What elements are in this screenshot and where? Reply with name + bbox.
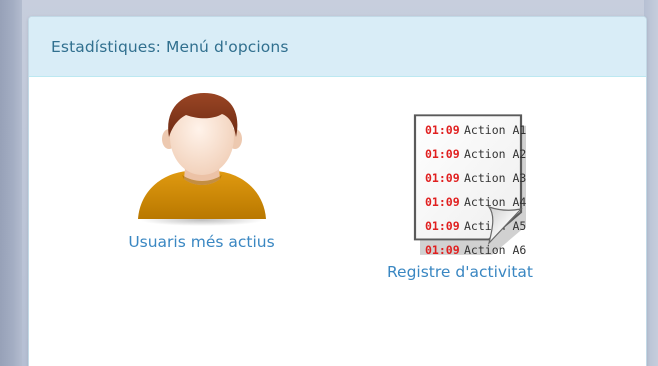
user-avatar-icon <box>137 93 266 226</box>
log-line: 01:09 Action A1 <box>425 123 526 137</box>
log-action: Action A1 <box>464 123 526 137</box>
most-active-users-link[interactable]: Usuaris més actius <box>89 87 314 251</box>
log-time: 01:09 <box>425 147 460 161</box>
window-left-edge <box>0 0 22 366</box>
activity-log-label: Registre d'activitat <box>386 263 534 281</box>
log-action: Action A6 <box>464 243 526 257</box>
panel-title: Estadístiques: Menú d'opcions <box>51 37 289 56</box>
panel-header: Estadístiques: Menú d'opcions <box>29 17 646 77</box>
log-line: 01:09 Action A2 <box>425 147 526 161</box>
log-line: 01:09 Action A3 <box>425 171 526 185</box>
log-action: Action A2 <box>464 147 526 161</box>
log-line: 01:09 Action A5 <box>425 219 526 233</box>
activity-log-document-icon: 01:09 Action A1 01:09 Action A2 01:09 Ac… <box>413 114 526 257</box>
log-action: Action A4 <box>464 195 526 209</box>
log-line: 01:09 Action A6 <box>425 243 526 257</box>
most-active-users-label: Usuaris més actius <box>128 233 275 251</box>
log-action: Action A3 <box>464 171 526 185</box>
statistics-panel: Estadístiques: Menú d'opcions Usuaris mé… <box>28 16 647 366</box>
log-time: 01:09 <box>425 195 460 209</box>
activity-log-link[interactable]: 01:09 Action A1 01:09 Action A2 01:09 Ac… <box>359 87 561 281</box>
log-time: 01:09 <box>425 219 460 233</box>
log-line: 01:09 Action A4 <box>425 195 526 209</box>
log-time: 01:09 <box>425 243 460 257</box>
log-time: 01:09 <box>425 123 460 137</box>
log-time: 01:09 <box>425 171 460 185</box>
